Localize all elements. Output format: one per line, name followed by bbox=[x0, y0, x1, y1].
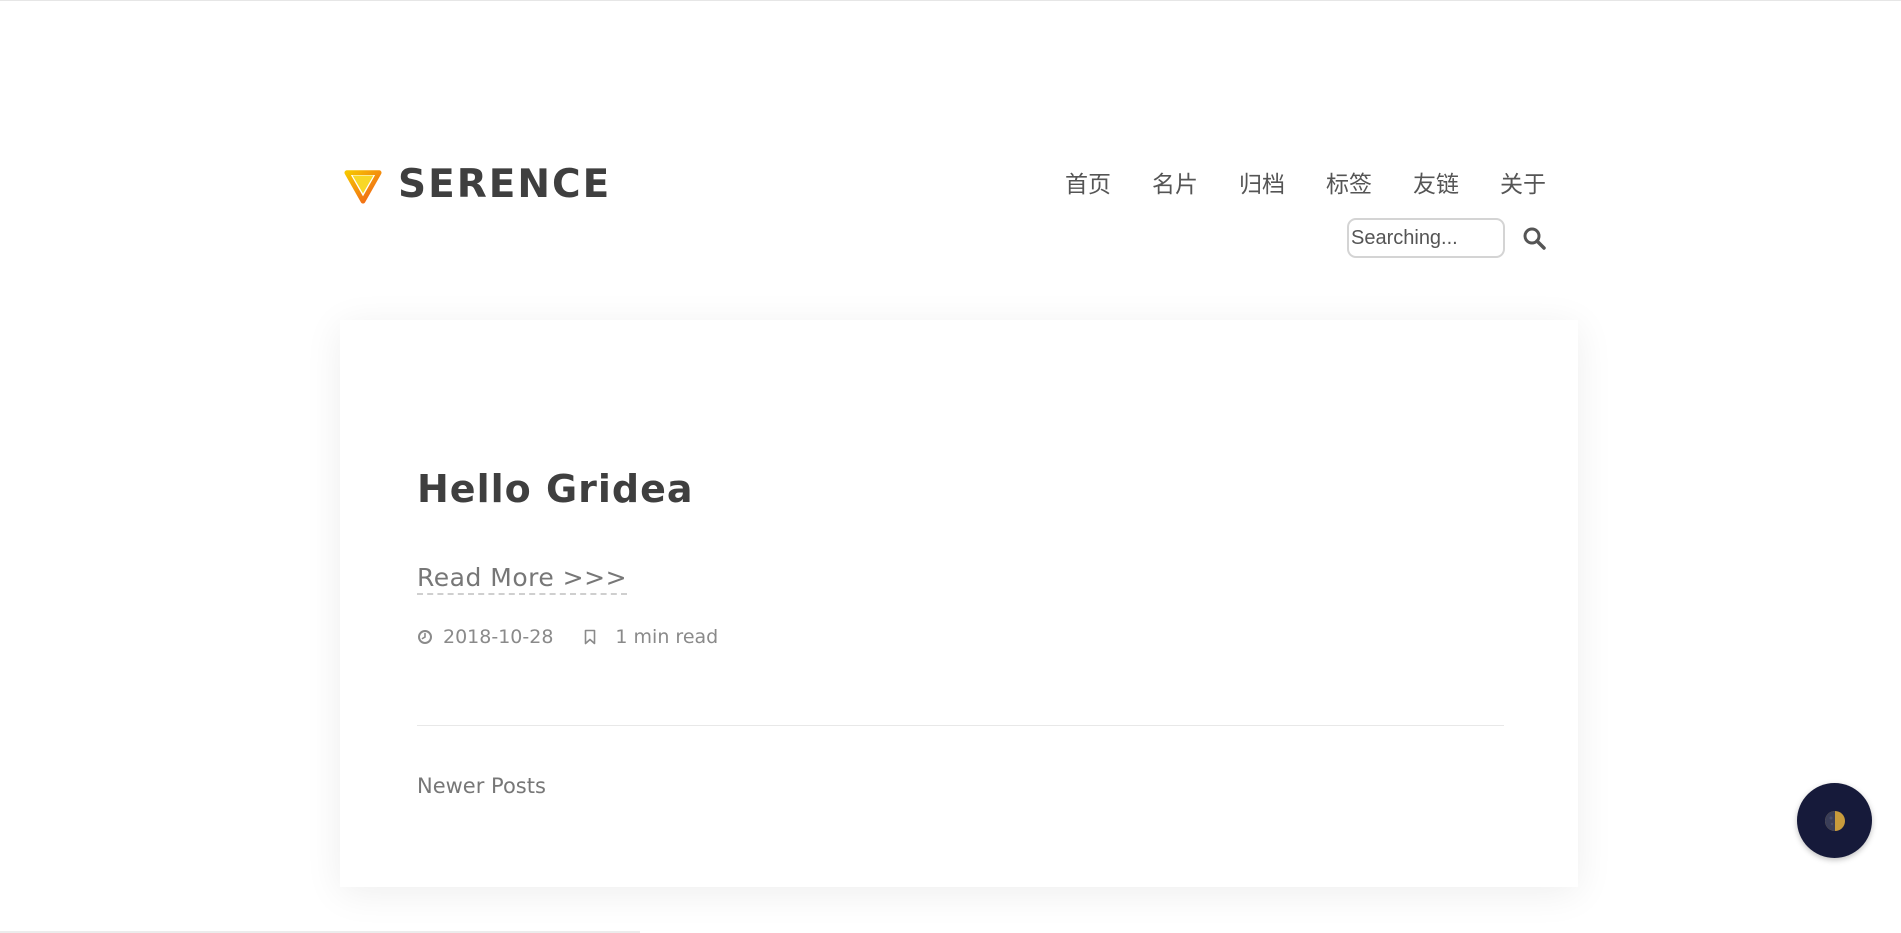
bookmark-icon[interactable] bbox=[582, 629, 598, 645]
clock-icon bbox=[418, 630, 432, 644]
theme-toggle-button[interactable] bbox=[1797, 783, 1872, 858]
nav-item-tags[interactable]: 标签 bbox=[1326, 170, 1372, 200]
read-more-link[interactable]: Read More >>> bbox=[417, 564, 628, 595]
search-input[interactable] bbox=[1347, 218, 1505, 258]
divider bbox=[417, 725, 1504, 726]
search-bar bbox=[1347, 218, 1546, 258]
search-icon[interactable] bbox=[1522, 226, 1546, 250]
read-time: 1 min read bbox=[615, 626, 719, 648]
post-title[interactable]: Hello Gridea bbox=[417, 470, 694, 508]
post-meta: 2018-10-28 1 min read bbox=[417, 626, 718, 648]
moon-icon bbox=[1824, 810, 1845, 831]
newer-posts-link[interactable]: Newer Posts bbox=[417, 774, 546, 798]
site-title: SERENCE bbox=[398, 162, 612, 207]
top-border bbox=[0, 0, 1901, 1]
nav-item-about[interactable]: 关于 bbox=[1500, 170, 1546, 200]
site-logo[interactable]: SERENCE bbox=[344, 165, 611, 204]
nav-item-card[interactable]: 名片 bbox=[1152, 170, 1198, 200]
nav-item-home[interactable]: 首页 bbox=[1065, 170, 1111, 200]
triangle-logo-icon bbox=[344, 169, 382, 204]
nav-item-archive[interactable]: 归档 bbox=[1239, 170, 1285, 200]
post-list-card: Hello Gridea Read More >>> 2018-10-28 1 … bbox=[340, 320, 1578, 887]
nav-item-links[interactable]: 友链 bbox=[1413, 170, 1459, 200]
post-date: 2018-10-28 bbox=[443, 626, 554, 648]
main-nav: 首页 名片 归档 标签 友链 关于 bbox=[1024, 170, 1546, 200]
